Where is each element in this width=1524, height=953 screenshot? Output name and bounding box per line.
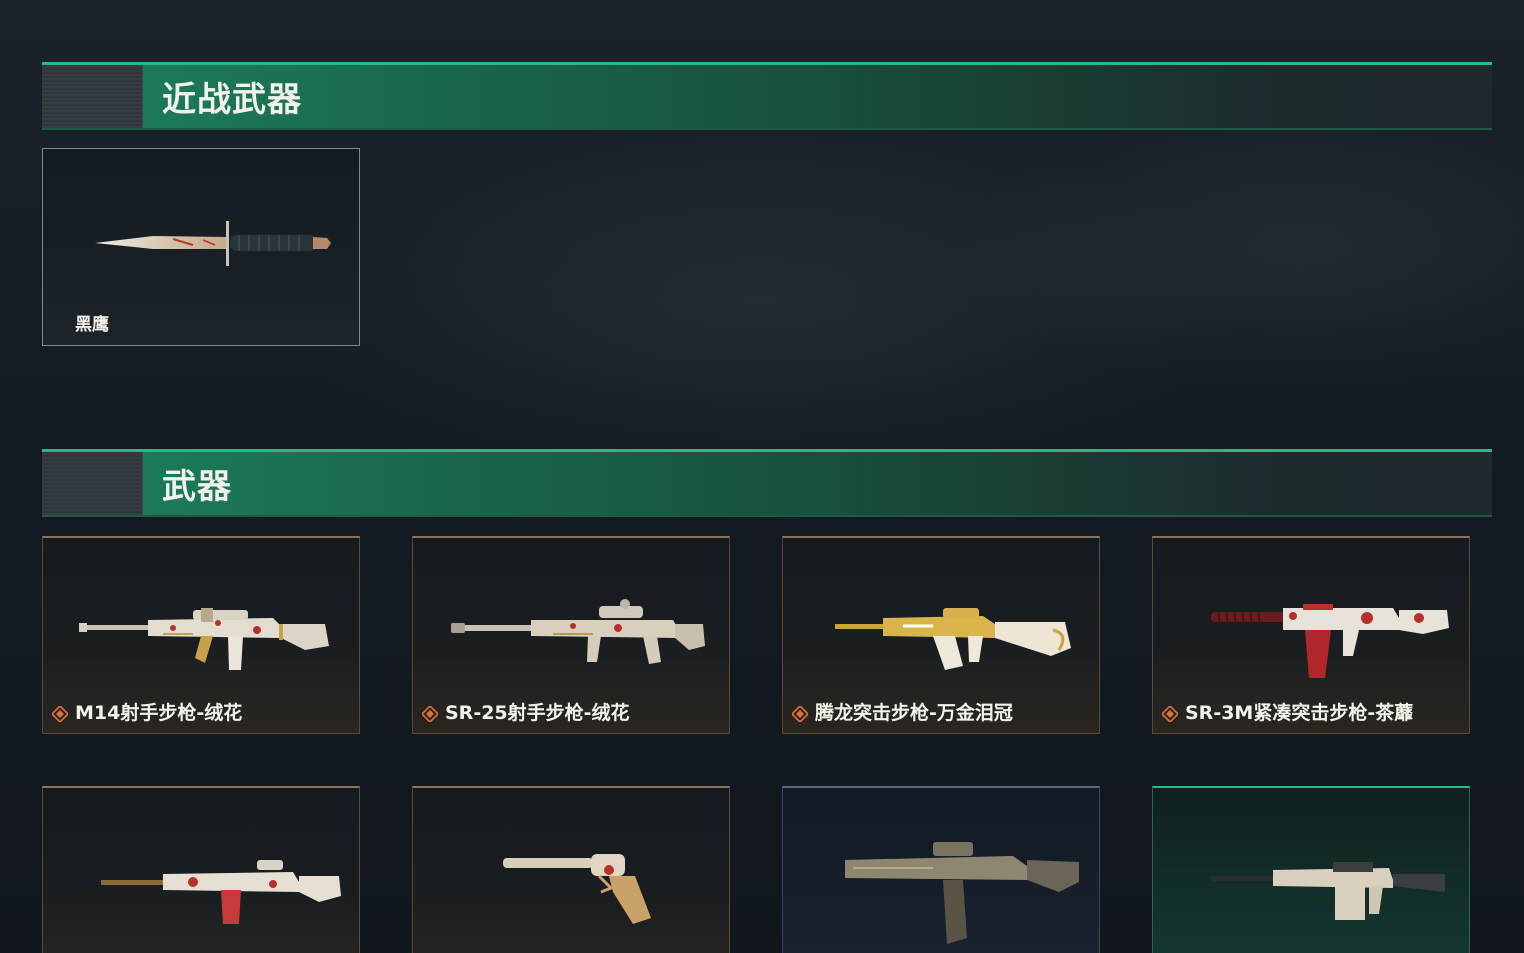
weapon-card-sr3m[interactable]: SR-3M紧凑突击步枪-茶蘼 (1152, 536, 1470, 734)
weapon-card-5[interactable] (42, 786, 360, 953)
loadout-screen: 近战武器 黑鹰 武器 M14射手步枪-绒花 SR-25射手步枪-绒花 腾龙突击步… (0, 0, 1524, 953)
weapon-name: 腾龙突击步枪-万金泪冠 (815, 702, 1013, 724)
weapon-card-8[interactable] (1152, 786, 1470, 953)
weapon-name: M14射手步枪-绒花 (75, 702, 243, 724)
weapon-card-7[interactable] (782, 786, 1100, 953)
weapon-name: SR-3M紧凑突击步枪-茶蘼 (1185, 702, 1414, 724)
header-stub (42, 65, 143, 128)
weapon-card-m14[interactable]: M14射手步枪-绒花 (42, 536, 360, 734)
rarity-diamond-icon (422, 706, 438, 722)
machine-gun-icon (1211, 862, 1445, 920)
weapon-card-6[interactable] (412, 786, 730, 953)
smg-icon (845, 842, 1079, 944)
rifle-icon (101, 860, 341, 924)
weapons-section-header: 武器 (42, 449, 1492, 517)
rarity-diamond-icon (52, 706, 68, 722)
weapon-card-tenglong[interactable]: 腾龙突击步枪-万金泪冠 (782, 536, 1100, 734)
weapon-card-sr25[interactable]: SR-25射手步枪-绒花 (412, 536, 730, 734)
weapons-section-title: 武器 (162, 467, 232, 507)
rarity-diamond-icon (1162, 706, 1178, 722)
header-stub (42, 452, 143, 515)
melee-item-name: 黑鹰 (75, 315, 109, 335)
melee-section-title: 近战武器 (162, 80, 302, 120)
weapon-name: SR-25射手步枪-绒花 (445, 702, 630, 724)
melee-card-black-eagle[interactable]: 黑鹰 (42, 148, 360, 346)
revolver-icon (503, 854, 651, 924)
rarity-diamond-icon (792, 706, 808, 722)
melee-section-header: 近战武器 (42, 62, 1492, 130)
